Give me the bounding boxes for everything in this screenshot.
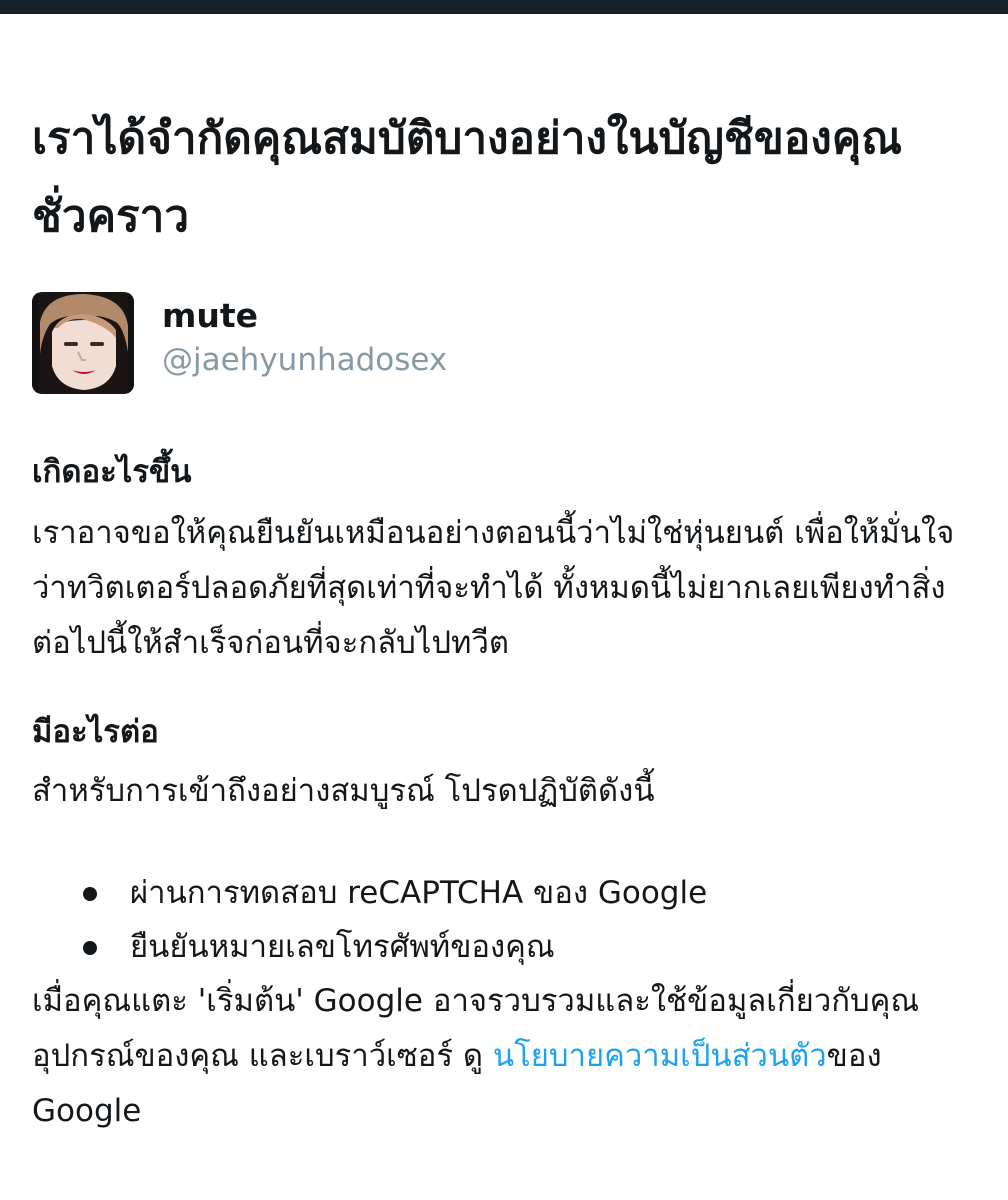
privacy-notice: เมื่อคุณแตะ 'เริ่มต้น' Google อาจรวบรวมแ… <box>32 974 982 1139</box>
page-title: เราได้จำกัดคุณสมบัติบางอย่างในบัญชีของคุ… <box>32 113 903 242</box>
account-handle: @jaehyunhadosex <box>162 342 448 378</box>
what-happened-heading: เกิดอะไรขึ้น <box>32 454 192 490</box>
display-name: mute <box>162 296 259 335</box>
what-happened-body: เราอาจขอให้คุณยืนยันเหมือนอย่างตอนนี้ว่า… <box>32 515 955 661</box>
step-verify-phone: ยืนยันหมายเลขโทรศัพท์ของคุณ <box>80 920 707 974</box>
avatar-image <box>32 292 134 394</box>
step-label: ผ่านการทดสอบ reCAPTCHA ของ Google <box>130 875 708 911</box>
privacy-policy-link[interactable]: นโยบายความเป็นส่วนตัว <box>493 1038 827 1074</box>
bullet-icon <box>83 887 97 901</box>
page-header: เราได้จำกัดคุณสมบัติบางอย่างในบัญชีของคุ… <box>32 100 972 256</box>
whats-next-heading: มีอะไรต่อ <box>32 714 159 750</box>
whats-next-intro: สำหรับการเข้าถึงอย่างสมบูรณ์ โปรดปฏิบัติ… <box>32 773 655 809</box>
avatar <box>32 292 134 394</box>
account-names: mute @jaehyunhadosex <box>162 294 447 382</box>
bullet-icon <box>83 941 97 955</box>
top-status-bar <box>0 0 1008 14</box>
step-label: ยืนยันหมายเลขโทรศัพท์ของคุณ <box>130 929 555 965</box>
account-card: mute @jaehyunhadosex <box>32 292 732 394</box>
step-recaptcha: ผ่านการทดสอบ reCAPTCHA ของ Google <box>80 866 707 920</box>
steps-list: ผ่านการทดสอบ reCAPTCHA ของ Google ยืนยัน… <box>80 866 707 974</box>
